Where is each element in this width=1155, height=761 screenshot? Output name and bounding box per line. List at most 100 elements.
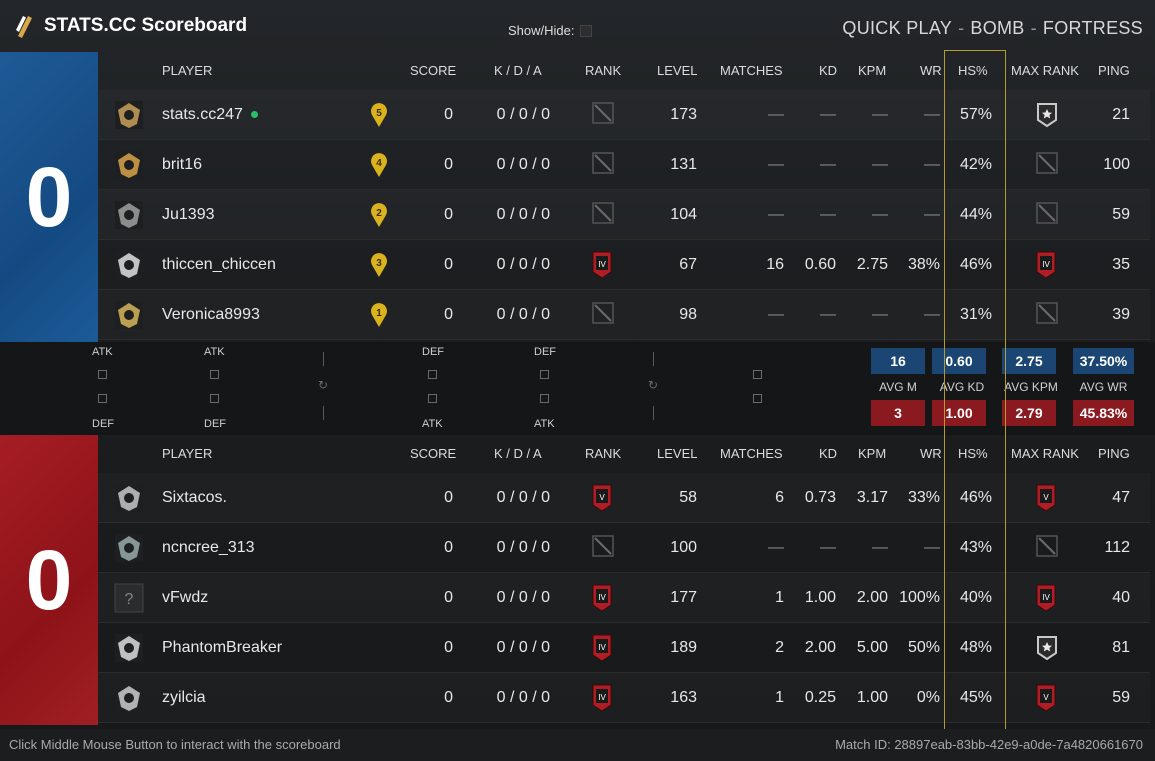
player-kpm: 1.00 (856, 689, 888, 706)
player-kd: 2.00 (804, 639, 836, 656)
player-kda: 0 / 0 / 0 (496, 589, 550, 606)
side-label-atk: ATK (422, 418, 443, 430)
svg-text:IV: IV (598, 260, 606, 269)
player-row[interactable]: Veronica8993 1 0 0 / 0 / 0 98 — — — — 31% 39 (98, 290, 1150, 340)
player-name[interactable]: brit16 (162, 156, 202, 174)
col-hs: HS% (958, 446, 988, 461)
col-matches: MATCHES (720, 63, 783, 78)
show-hide-toggle[interactable]: Show/Hide: (508, 23, 593, 38)
interaction-hint: Click Middle Mouse Button to interact wi… (9, 737, 341, 752)
player-matches: 2 (775, 639, 784, 656)
player-row[interactable]: Ju1393 2 0 0 / 0 / 0 104 — — — — 44% 59 (98, 190, 1150, 240)
max-rank-champion-icon (1034, 633, 1060, 661)
player-hs: 42% (959, 156, 992, 173)
player-row[interactable]: brit16 4 0 0 / 0 / 0 131 — — — — 42% 100 (98, 140, 1150, 190)
player-row[interactable]: Sixtacos. 0 0 / 0 / 0 V 58 6 0.73 3.17 33% 46% V 47 (98, 473, 1150, 523)
player-wr: — (924, 539, 940, 556)
player-wr: 0% (916, 689, 940, 706)
online-status-icon (250, 111, 258, 119)
player-kda: 0 / 0 / 0 (496, 689, 550, 706)
round-slot (540, 394, 549, 403)
col-player: PLAYER (162, 446, 213, 461)
top-bar: STATS.CC Scoreboard Show/Hide: QUICK PLA… (0, 0, 1155, 52)
avg-kpm-label: AVG KPM (1004, 380, 1058, 394)
player-kd: 0.73 (804, 489, 836, 506)
col-kda: K / D / A (494, 446, 542, 461)
player-kd: — (820, 156, 836, 173)
player-row[interactable]: ncncree_313 0 0 / 0 / 0 100 — — — — 43% 112 (98, 523, 1150, 573)
round-slot (428, 370, 437, 379)
player-row[interactable]: ? vFwdz 0 0 / 0 / 0 IV 177 1 1.00 2.00 100% 40% IV 4… (98, 573, 1150, 623)
player-score: 0 (444, 156, 453, 173)
player-level: 163 (670, 689, 697, 706)
player-row[interactable]: thiccen_chiccen 3 0 0 / 0 / 0 IV 67 16 0.60 2.75… (98, 240, 1150, 290)
side-label-def: DEF (422, 346, 444, 358)
max-rank-unranked-icon (1034, 150, 1060, 176)
player-kd: 1.00 (804, 589, 836, 606)
player-ping: 47 (1112, 489, 1130, 506)
player-name[interactable]: thiccen_chiccen (162, 256, 276, 274)
round-slot (540, 370, 549, 379)
player-ping: 59 (1112, 206, 1130, 223)
max-rank-unranked-icon (1034, 300, 1060, 326)
operator-avatar-icon (114, 250, 144, 280)
mode-separator: - (958, 18, 965, 38)
player-score: 0 (444, 539, 453, 556)
player-level: 131 (670, 156, 697, 173)
col-wr: WR (920, 446, 942, 461)
player-matches: 1 (775, 589, 784, 606)
player-row[interactable]: PhantomBreaker 0 0 / 0 / 0 IV 189 2 2.00 5.00 50… (98, 623, 1150, 673)
party-badge-icon: 3 (370, 252, 388, 278)
player-name[interactable]: Veronica8993 (162, 306, 260, 324)
player-kda: 0 / 0 / 0 (496, 256, 550, 273)
player-matches: — (768, 106, 784, 123)
player-wr: 100% (899, 589, 940, 606)
player-matches: — (768, 206, 784, 223)
player-name[interactable]: Sixtacos. (162, 489, 227, 507)
player-level: 173 (670, 106, 697, 123)
max-rank-rank-badge-icon: V (1034, 683, 1058, 713)
player-name[interactable]: PhantomBreaker (162, 639, 282, 657)
player-wr: 50% (907, 639, 940, 656)
svg-text:IV: IV (1042, 260, 1050, 269)
player-kda: 0 / 0 / 0 (496, 206, 550, 223)
footer: Click Middle Mouse Button to interact wi… (0, 729, 1155, 761)
divider (653, 352, 654, 366)
blue-team-panel: 0 PLAYER SCORE K / D / A RANK LEVEL MATC… (0, 52, 1155, 342)
rank-unranked-icon (590, 150, 616, 176)
operator-avatar-icon (114, 683, 144, 713)
mode-separator: - (1030, 18, 1037, 38)
player-name[interactable]: vFwdz (162, 589, 208, 607)
player-score: 0 (444, 256, 453, 273)
player-score: 0 (444, 589, 453, 606)
mode-type: BOMB (970, 18, 1025, 38)
col-kd: KD (819, 446, 838, 461)
player-kda: 0 / 0 / 0 (496, 106, 550, 123)
col-kda: K / D / A (494, 63, 542, 78)
svg-text:V: V (1043, 693, 1049, 702)
player-kpm: — (872, 156, 888, 173)
red-team-panel: 0 PLAYER SCORE K / D / A RANK LEVEL MATC… (0, 435, 1155, 725)
side-label-def: DEF (534, 346, 556, 358)
svg-text:IV: IV (598, 643, 606, 652)
match-mode: QUICK PLAY - BOMB - FORTRESS (842, 18, 1143, 39)
player-matches: — (768, 156, 784, 173)
red-team-header: PLAYER SCORE K / D / A RANK LEVEL MATCHE… (98, 435, 1150, 471)
blue-team-score: 0 (25, 149, 73, 244)
player-name[interactable]: zyilcia (162, 689, 206, 707)
operator-avatar-icon (114, 633, 144, 663)
player-kd: 0.60 (804, 256, 836, 273)
player-kd: — (820, 206, 836, 223)
player-hs: 40% (959, 589, 992, 606)
player-name[interactable]: ncncree_313 (162, 539, 255, 557)
player-row[interactable]: zyilcia 0 0 / 0 / 0 IV 163 1 0.25 1.00 0% 45% V 59 (98, 673, 1150, 723)
show-hide-checkbox[interactable] (580, 24, 593, 37)
player-kd: — (820, 306, 836, 323)
player-name[interactable]: Ju1393 (162, 206, 215, 224)
player-row[interactable]: stats.cc247 5 0 0 / 0 / 0 173 — — — — 57% 21 (98, 90, 1150, 140)
mode-map: FORTRESS (1042, 18, 1143, 38)
col-level: LEVEL (657, 63, 698, 78)
col-matches: MATCHES (720, 446, 783, 461)
player-name[interactable]: stats.cc247 (162, 106, 258, 124)
side-label-atk: ATK (534, 418, 555, 430)
